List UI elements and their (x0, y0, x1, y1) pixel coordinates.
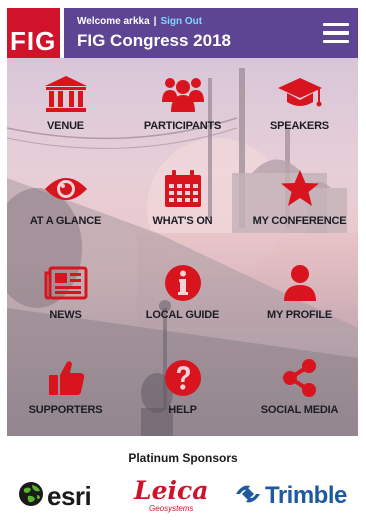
people-group-icon (160, 74, 206, 114)
trimble-wordmark: Trimble (265, 482, 347, 509)
tile-speakers[interactable]: SPEAKERS (241, 58, 358, 153)
sponsor-esri[interactable]: esri (18, 474, 92, 518)
share-icon (277, 358, 323, 398)
sponsor-trimble[interactable]: Trimble (234, 474, 347, 518)
esri-wordmark: esri (47, 480, 92, 511)
welcome-text: Welcome arkka (77, 16, 150, 27)
sign-out-link[interactable]: Sign Out (160, 16, 202, 27)
tile-help[interactable]: HELP (124, 342, 241, 437)
trimble-logo-icon (234, 482, 262, 511)
app-header: FIG Welcome arkka | Sign Out FIG Congress … (7, 8, 358, 58)
eye-icon (43, 169, 89, 209)
separator: | (153, 16, 157, 27)
star-icon (277, 169, 323, 209)
tile-label: SUPPORTERS (28, 403, 103, 416)
leica-subtitle: Geosystems (148, 504, 194, 513)
thumbs-up-icon (43, 358, 89, 398)
tile-label: NEWS (49, 309, 82, 321)
welcome-line: Welcome arkka | Sign Out (77, 15, 314, 28)
tile-venue[interactable]: VENUE (7, 58, 124, 153)
tile-label: WHAT'S ON (152, 214, 213, 227)
sponsor-leica[interactable]: Leica Geosystems (134, 474, 208, 518)
sponsors-title: Platinum Sponsors (128, 451, 238, 465)
globe-icon (18, 481, 44, 512)
menu-grid: VENUE PARTICIPANTS SPEAKERS AT A GLANCE … (7, 58, 358, 436)
tile-whats-on[interactable]: WHAT'S ON (124, 153, 241, 248)
tile-participants[interactable]: PARTICIPANTS (124, 58, 241, 153)
tile-label: MY PROFILE (266, 309, 333, 321)
building-columns-icon (43, 74, 89, 114)
sponsors-section: Platinum Sponsors esri Leica Geosystems (0, 436, 366, 531)
tile-label: SPEAKERS (270, 120, 329, 132)
tile-label: AT A GLANCE (29, 214, 102, 227)
hamburger-menu-icon[interactable] (314, 8, 358, 58)
question-circle-icon (160, 358, 206, 398)
app-title: FIG Congress 2018 (77, 31, 232, 50)
tile-label: MY CONFERENCE (252, 214, 347, 227)
tile-my-conference[interactable]: MY CONFERENCE (241, 153, 358, 248)
tile-label: SOCIAL MEDIA (260, 403, 339, 416)
tile-local-guide[interactable]: LOCAL GUIDE (124, 247, 241, 342)
tile-label: HELP (168, 403, 197, 416)
tile-my-profile[interactable]: MY PROFILE (241, 247, 358, 342)
user-icon (277, 263, 323, 303)
tile-news[interactable]: NEWS (7, 247, 124, 342)
logo-text: FIG (10, 26, 57, 56)
tile-label: LOCAL GUIDE (145, 309, 220, 321)
tile-label: VENUE (47, 120, 84, 132)
header-text: Welcome arkka | Sign Out FIG Congress 2018 (64, 8, 314, 58)
tile-label: PARTICIPANTS (143, 120, 222, 132)
tile-social-media[interactable]: SOCIAL MEDIA (241, 342, 358, 437)
newspaper-icon (43, 263, 89, 303)
calendar-icon (160, 169, 206, 209)
leica-wordmark: Leica (134, 476, 209, 505)
tile-at-a-glance[interactable]: AT A GLANCE (7, 153, 124, 248)
info-circle-icon (160, 263, 206, 303)
fig-logo[interactable]: FIG (7, 8, 64, 58)
app-screen: FIG Welcome arkka | Sign Out FIG Congress … (0, 0, 366, 531)
tile-supporters[interactable]: SUPPORTERS (7, 342, 124, 437)
graduation-cap-icon (277, 74, 323, 114)
